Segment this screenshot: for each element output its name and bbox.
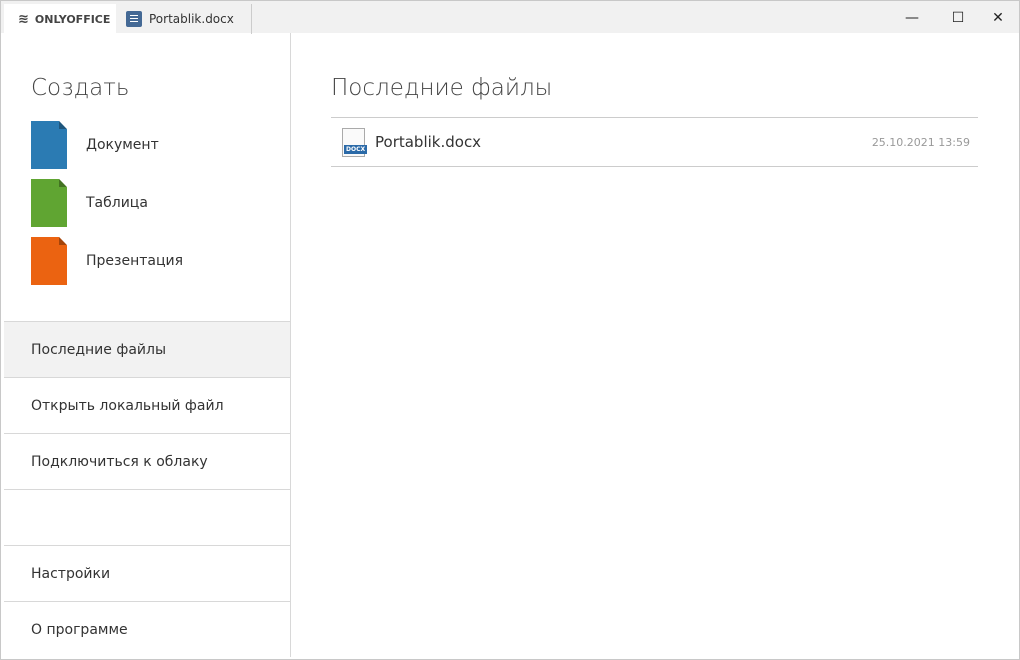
create-document[interactable]: Документ (31, 121, 159, 169)
onlyoffice-logo-icon: ≋ (18, 11, 29, 27)
close-button[interactable]: ✕ (975, 1, 1020, 34)
presentation-file-icon (31, 237, 67, 285)
spreadsheet-file-icon (31, 179, 67, 227)
create-presentation[interactable]: Презентация (31, 237, 183, 285)
create-title: Создать (31, 75, 130, 101)
sidebar: Создать Документ Таблица Презентация Пос… (4, 33, 291, 657)
recent-files-title: Последние файлы (331, 75, 553, 101)
nav-open-local-file[interactable]: Открыть локальный файл (4, 377, 290, 433)
tab-label: ONLYOFFICE (34, 12, 111, 26)
file-row[interactable]: DOCX Portablik.docx 25.10.2021 13:59 (331, 117, 978, 167)
tab-label: Portablik.docx (149, 12, 234, 26)
create-label: Презентация (86, 253, 184, 269)
file-name: Portablik.docx (375, 133, 482, 151)
tab-onlyoffice[interactable]: ≋ ONLYOFFICE (4, 4, 116, 34)
create-label: Таблица (86, 195, 148, 211)
minimize-button[interactable]: — (889, 1, 935, 34)
nav-connect-cloud[interactable]: Подключиться к облаку (4, 433, 290, 489)
title-bar: ≋ ONLYOFFICE Portablik.docx — ☐ ✕ (0, 0, 1020, 34)
document-file-icon (31, 121, 67, 169)
nav-spacer (4, 489, 290, 545)
nav-settings[interactable]: Настройки (4, 545, 290, 601)
docx-file-icon: DOCX (342, 127, 368, 157)
create-label: Документ (86, 137, 159, 153)
nav-recent-files[interactable]: Последние файлы (4, 321, 290, 377)
create-spreadsheet[interactable]: Таблица (31, 179, 148, 227)
file-date: 25.10.2021 13:59 (871, 135, 970, 149)
document-icon (126, 11, 142, 27)
tab-document[interactable]: Portablik.docx (116, 4, 252, 34)
nav-about[interactable]: О программе (4, 601, 290, 657)
